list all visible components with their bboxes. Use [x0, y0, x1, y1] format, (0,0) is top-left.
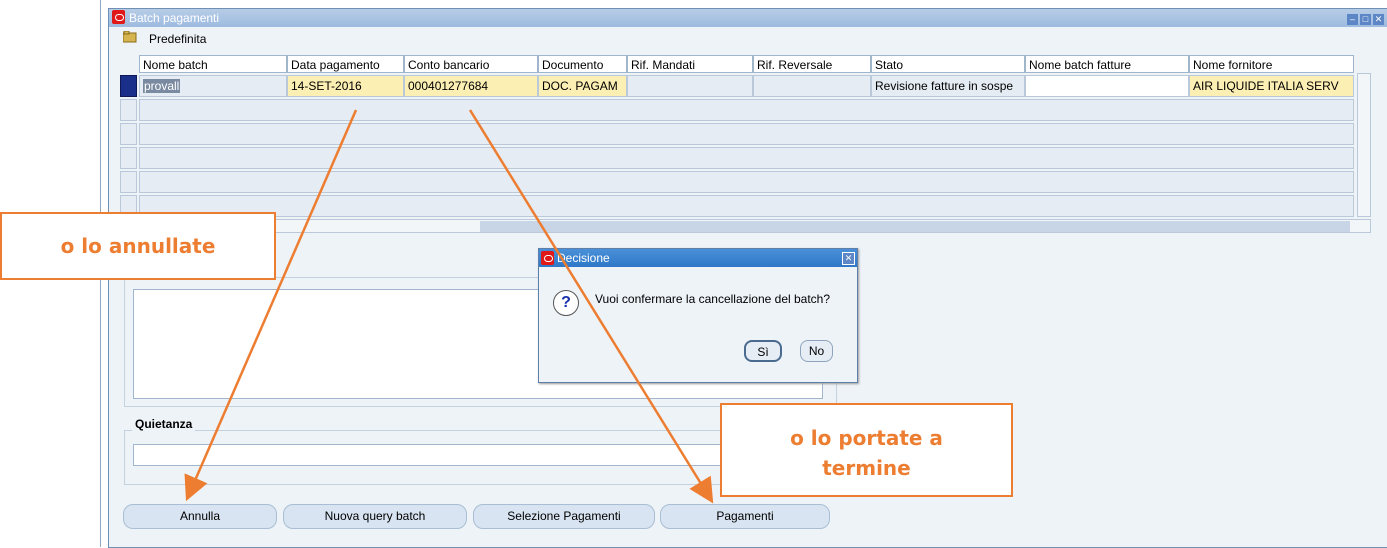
- arrow-to-pagamenti: [468, 109, 714, 504]
- annotation-annullate: o lo annullate: [0, 212, 276, 280]
- arrow-to-annulla: [184, 109, 358, 502]
- annotation-portate-line1: o lo portate a: [790, 426, 943, 450]
- annotation-portate-termine: o lo portate a termine: [720, 403, 1013, 497]
- annotation-portate-line2: termine: [822, 456, 911, 480]
- annotation-annullate-text: o lo annullate: [60, 234, 216, 258]
